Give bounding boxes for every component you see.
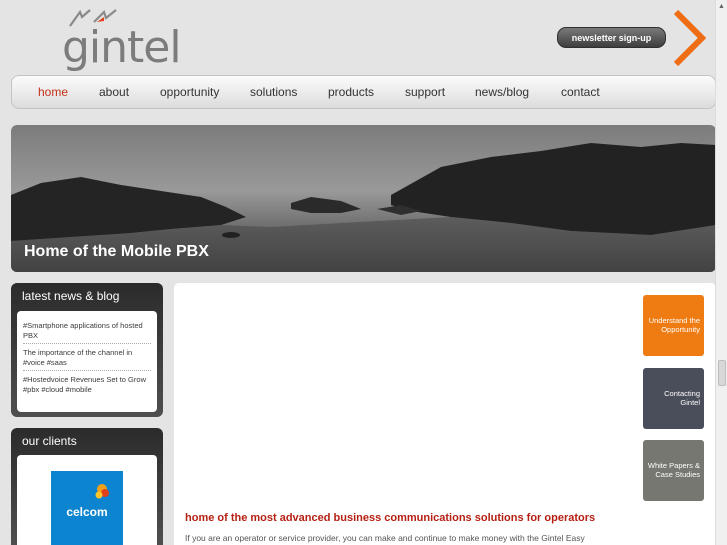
- content-headline: home of the most advanced business commu…: [185, 512, 596, 524]
- gintel-logo[interactable]: gintel: [62, 8, 182, 72]
- our-clients-panel: our clients celcom: [11, 428, 163, 545]
- scroll-up-icon[interactable]: ▲: [716, 1, 727, 13]
- main-navigation: home about opportunity solutions product…: [11, 75, 716, 109]
- tile-label: Understand the Opportunity: [648, 316, 700, 334]
- tile-label: Contacting Gintel: [664, 389, 700, 407]
- nav-about[interactable]: about: [99, 76, 129, 108]
- nav-products[interactable]: products: [328, 76, 374, 108]
- nav-home[interactable]: home: [38, 76, 68, 108]
- hero-banner: Home of the Mobile PBX: [11, 125, 716, 272]
- content-intro: If you are an operator or service provid…: [185, 533, 585, 543]
- client-name: celcom: [66, 505, 108, 519]
- clients-logo-area: celcom: [17, 455, 157, 545]
- chevron-right-icon: [674, 10, 706, 66]
- celcom-flame-icon: [95, 484, 109, 499]
- nav-opportunity[interactable]: opportunity: [160, 76, 219, 108]
- tile-contacting-gintel[interactable]: Contacting Gintel: [643, 368, 704, 429]
- our-clients-heading: our clients: [22, 434, 77, 448]
- latest-news-heading: latest news & blog: [22, 289, 120, 303]
- celcom-logo[interactable]: celcom: [51, 471, 123, 545]
- latest-news-panel: latest news & blog #Smartphone applicati…: [11, 283, 163, 417]
- hero-title: Home of the Mobile PBX: [24, 243, 209, 260]
- page-scrollbar[interactable]: ▲: [715, 0, 727, 545]
- nav-news-blog[interactable]: news/blog: [475, 76, 529, 108]
- main-content: Understand the Opportunity Contacting Gi…: [174, 283, 716, 545]
- tile-white-papers[interactable]: White Papers & Case Studies: [643, 440, 704, 501]
- nav-contact[interactable]: contact: [561, 76, 600, 108]
- tile-understand-opportunity[interactable]: Understand the Opportunity: [643, 295, 704, 356]
- news-list: #Smartphone applications of hosted PBX T…: [17, 311, 157, 412]
- logo-wordmark: gintel: [62, 22, 182, 73]
- news-item[interactable]: #Smartphone applications of hosted PBX: [23, 321, 151, 344]
- newsletter-signup-button[interactable]: newsletter sign-up: [557, 27, 666, 48]
- tile-label: White Papers & Case Studies: [647, 461, 700, 479]
- nav-solutions[interactable]: solutions: [250, 76, 297, 108]
- news-item[interactable]: #Hostedvoice Revenues Set to Grow #pbx #…: [23, 375, 151, 397]
- scrollbar-thumb[interactable]: [718, 360, 726, 386]
- nav-support[interactable]: support: [405, 76, 445, 108]
- news-item[interactable]: The importance of the channel in #voice …: [23, 348, 151, 371]
